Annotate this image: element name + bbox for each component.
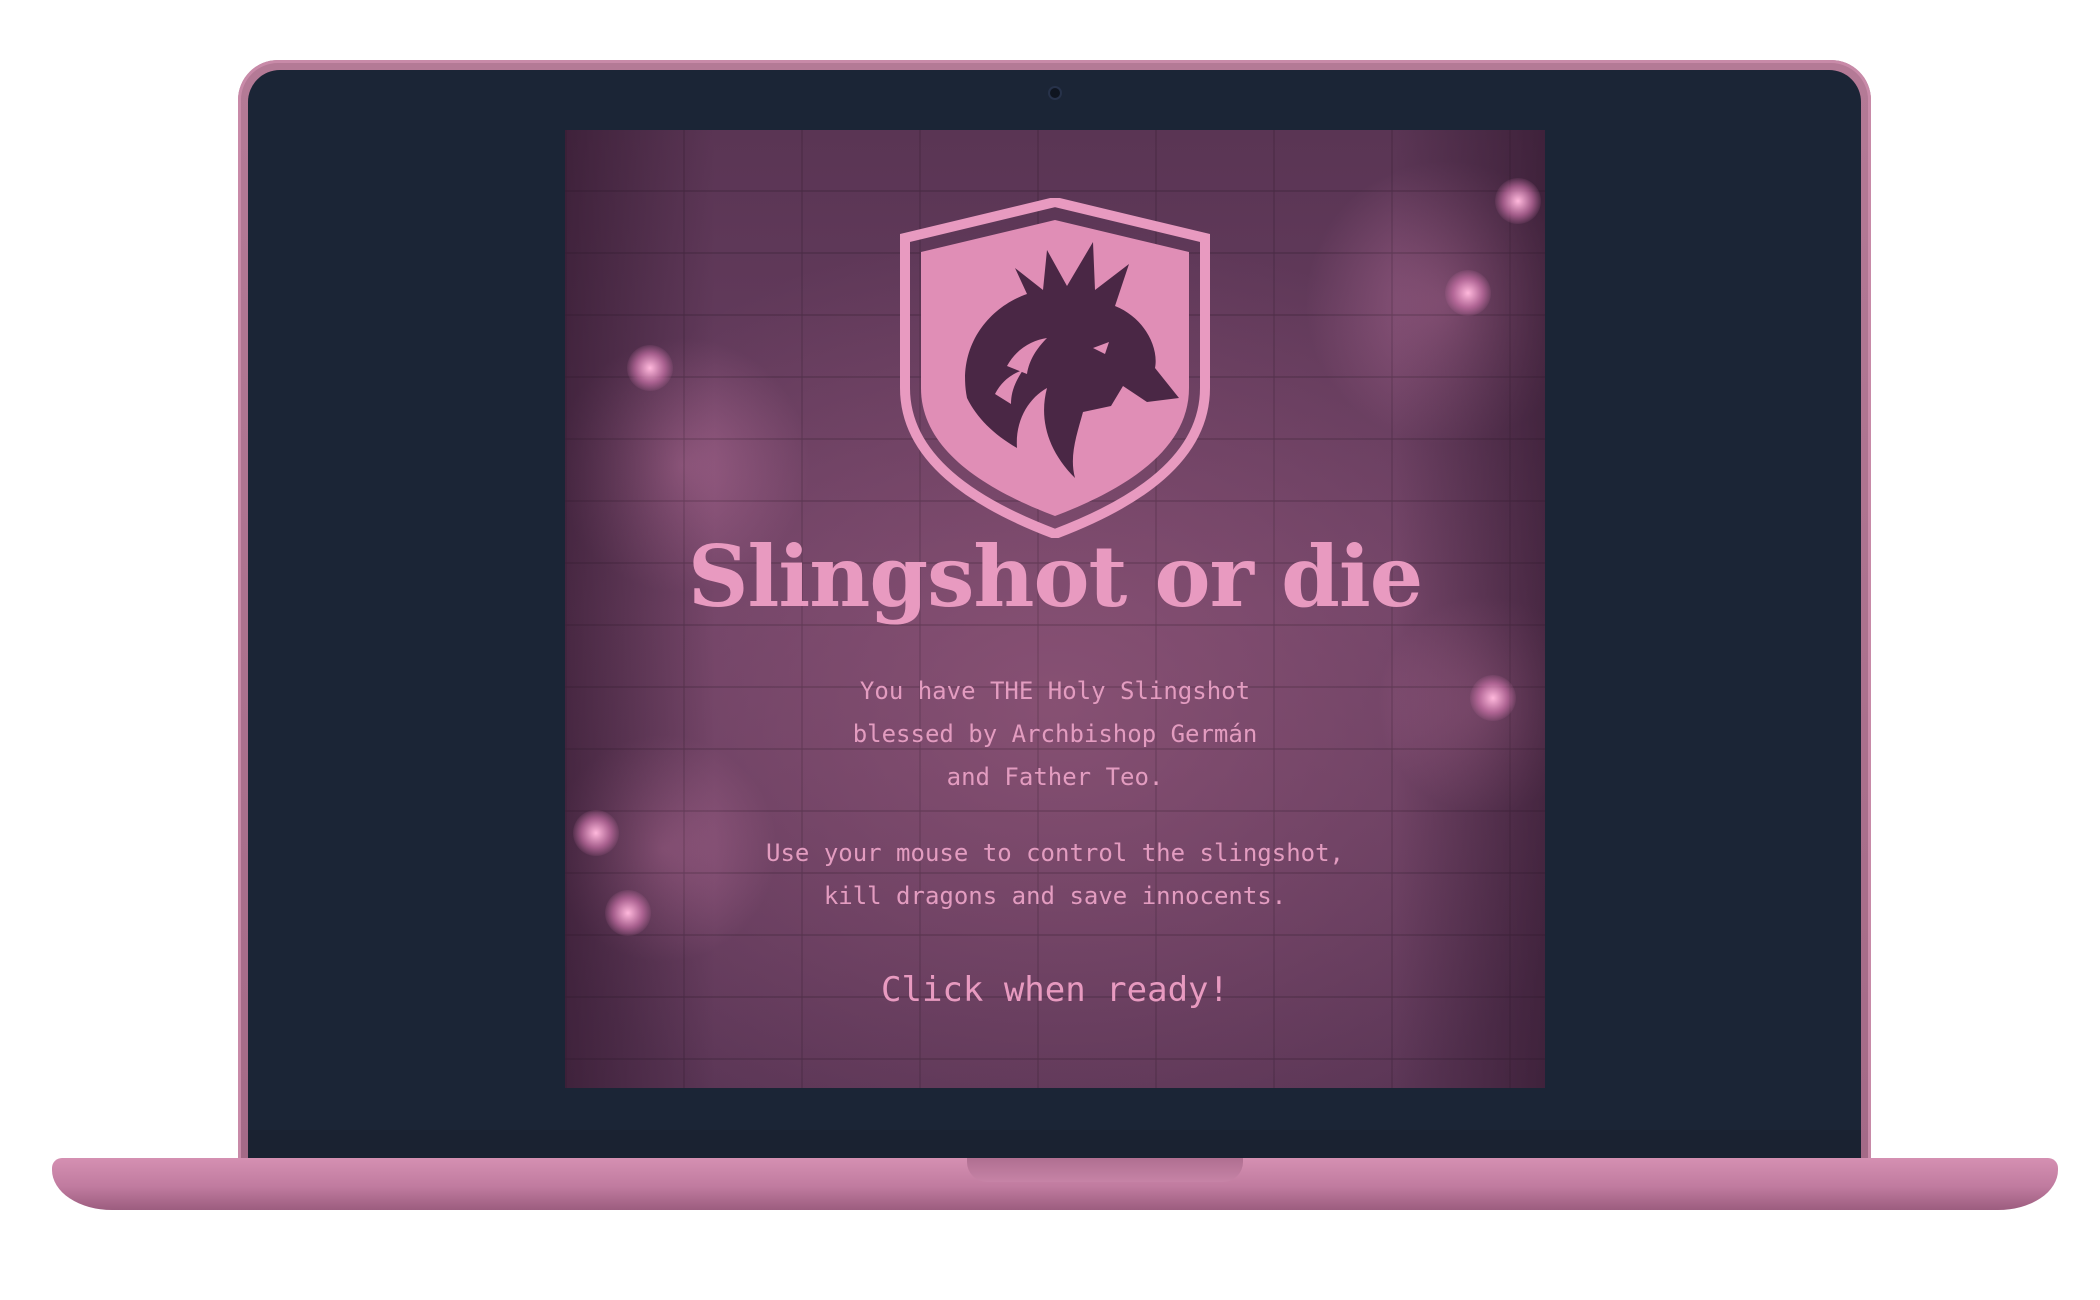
game-title: Slingshot or die	[687, 527, 1423, 626]
torch-glow	[1445, 270, 1491, 316]
lid-notch	[967, 1158, 1243, 1182]
torch-glow	[627, 345, 673, 391]
laptop-base	[52, 1158, 2058, 1210]
torch-glow	[1495, 178, 1541, 224]
instruction-line: Use your mouse to control the slingshot,	[766, 839, 1344, 867]
dragon-shield-icon	[900, 198, 1210, 538]
intro-line: You have THE Holy Slingshot	[859, 677, 1251, 705]
instruction-line: kill dragons and save innocents.	[823, 882, 1287, 910]
intro-line: and Father Teo.	[946, 763, 1164, 791]
instructions-text: Use your mouse to control the slingshot,…	[565, 832, 1545, 918]
intro-line: blessed by Archbishop Germán	[852, 720, 1258, 748]
game-screen[interactable]: Slingshot or die You have THE Holy Sling…	[565, 130, 1545, 1088]
camera-icon	[1049, 88, 1060, 98]
start-game-button[interactable]: Click when ready!	[565, 970, 1545, 1010]
laptop-mockup: Slingshot or die You have THE Holy Sling…	[0, 0, 2100, 1300]
intro-text: You have THE Holy Slingshot blessed by A…	[565, 670, 1545, 799]
